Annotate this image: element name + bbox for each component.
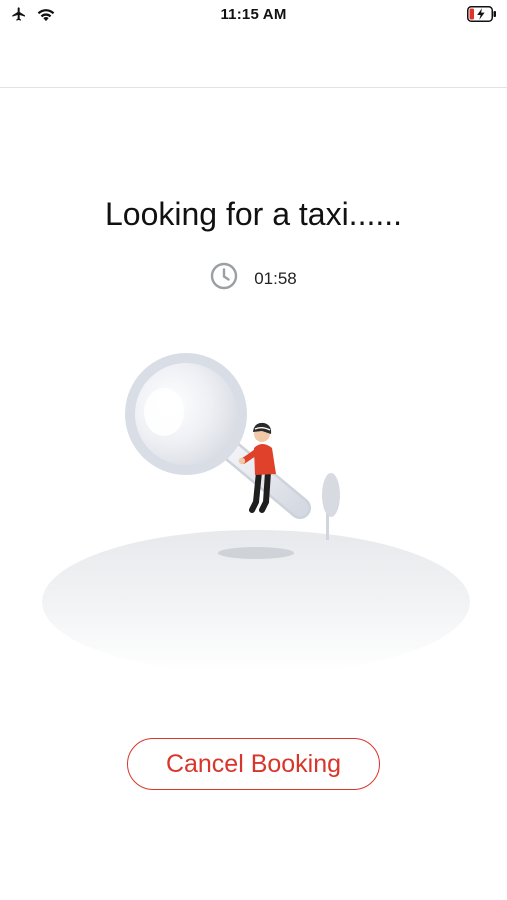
countdown-timer: 01:58 bbox=[0, 262, 507, 295]
magnifier bbox=[125, 353, 311, 519]
clock-icon bbox=[210, 262, 238, 295]
hole-shadow bbox=[218, 547, 294, 559]
navigation-bar bbox=[0, 30, 507, 88]
tree bbox=[322, 473, 340, 540]
battery-charging-icon bbox=[467, 6, 497, 26]
status-right bbox=[467, 6, 497, 27]
status-time: 11:15 AM bbox=[220, 6, 287, 23]
cancel-booking-button[interactable]: Cancel Booking bbox=[127, 738, 380, 790]
searching-title: Looking for a taxi...... bbox=[104, 196, 403, 232]
status-bar: 11:15 AM bbox=[0, 0, 507, 30]
search-illustration bbox=[0, 330, 507, 674]
timer-text: 01:58 bbox=[254, 268, 297, 288]
